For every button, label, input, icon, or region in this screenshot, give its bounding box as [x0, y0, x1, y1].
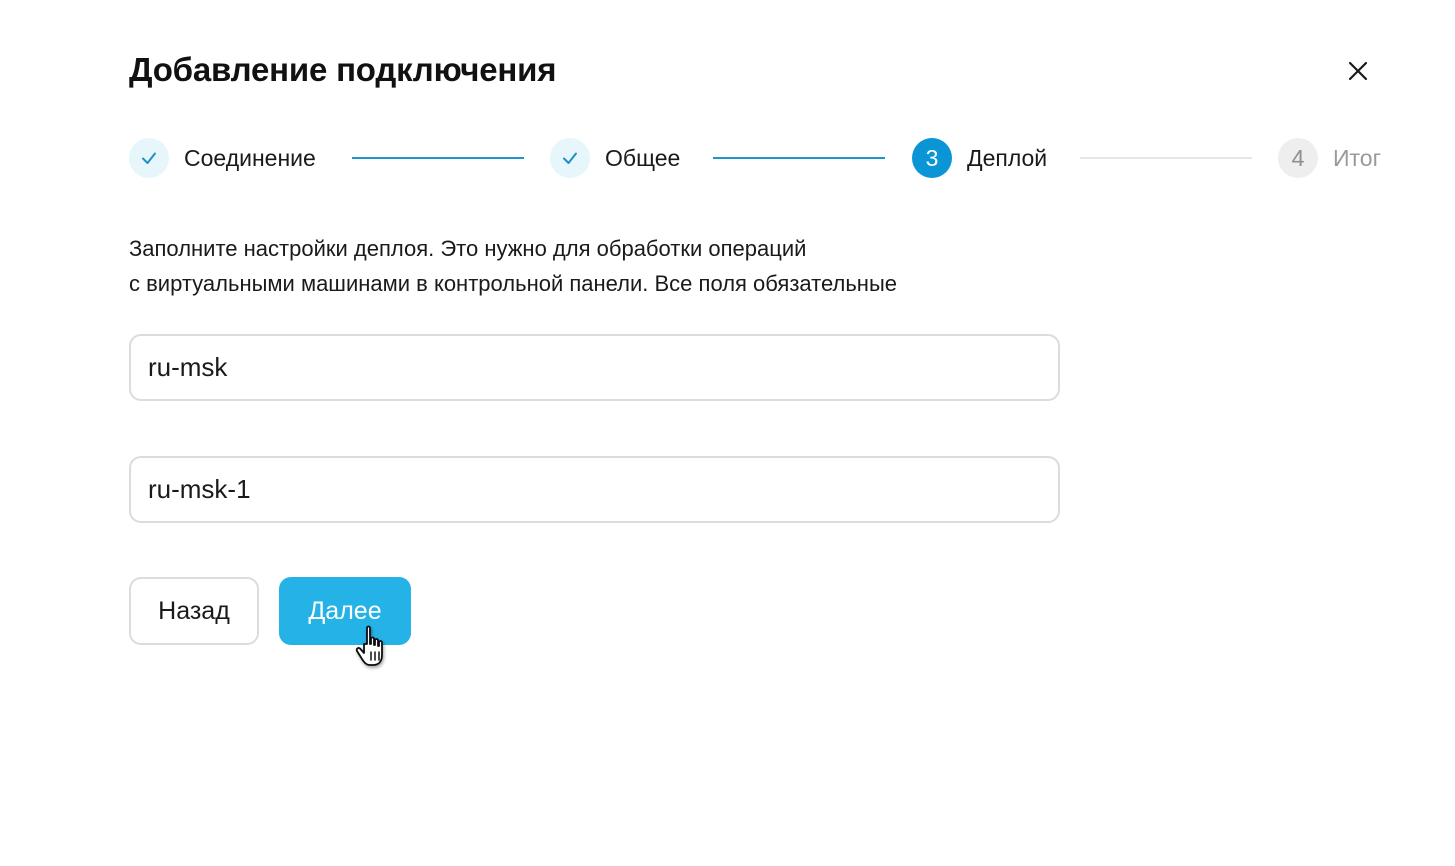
step-general: Общее — [550, 137, 680, 179]
step-4-marker: 4 — [1278, 138, 1318, 178]
step-connection: Соединение — [129, 137, 316, 179]
step-summary: 4 Итог — [1278, 137, 1381, 179]
check-icon — [563, 152, 577, 164]
description-line-2: с виртуальными машинами в контрольной па… — [129, 271, 897, 296]
step-2-label: Общее — [605, 145, 681, 171]
step-3-label: Деплой — [967, 145, 1048, 171]
back-button[interactable]: Назад — [129, 577, 259, 645]
add-connection-dialog: Добавление подключения Соединение Общее … — [0, 0, 1455, 866]
step-1-marker — [129, 138, 169, 178]
stepper: Соединение Общее 3 Деплой 4 Итог — [129, 137, 1429, 179]
form-description: Заполните настройки деплоя. Это нужно дл… — [129, 231, 1029, 301]
description-line-1: Заполните настройки деплоя. Это нужно дл… — [129, 236, 807, 261]
step-4-label: Итог — [1333, 145, 1381, 171]
step-1-label: Соединение — [184, 145, 316, 171]
dialog-title: Добавление подключения — [129, 51, 557, 88]
step-connector-1 — [352, 157, 524, 159]
zone-input[interactable] — [129, 456, 1060, 523]
step-2-marker — [550, 138, 590, 178]
step-connector-3 — [1080, 157, 1252, 159]
check-icon — [142, 152, 156, 164]
next-button[interactable]: Далее — [279, 577, 411, 645]
close-icon — [1348, 61, 1368, 81]
close-button[interactable] — [1344, 57, 1372, 85]
step-deploy: 3 Деплой — [912, 137, 1047, 179]
region-input[interactable] — [129, 334, 1060, 401]
step-connector-2 — [713, 157, 885, 159]
step-3-marker: 3 — [912, 138, 952, 178]
